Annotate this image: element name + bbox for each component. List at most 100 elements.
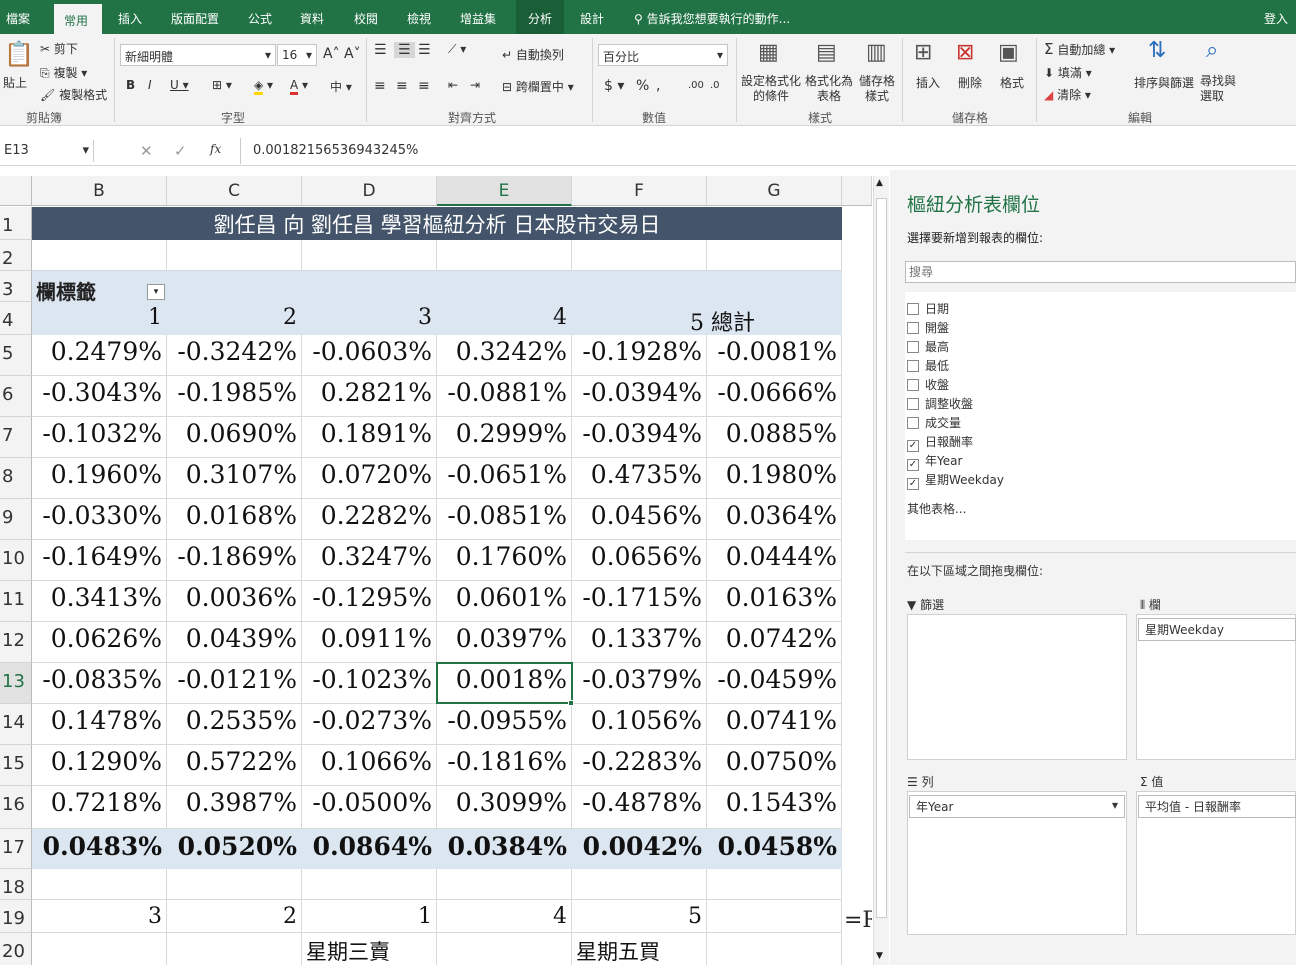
align-center-button[interactable]: ≡	[396, 78, 408, 94]
row-header-4[interactable]: 4	[0, 302, 32, 335]
sort-filter-button[interactable]: 排序與篩選	[1134, 74, 1194, 91]
tab-view[interactable]: 檢視	[407, 10, 431, 27]
pivot-column-header[interactable]: 5 總計	[572, 305, 772, 337]
pivot-column-header[interactable]: 2	[167, 305, 302, 330]
data-cell[interactable]: 0.0601%	[437, 583, 572, 612]
column-header-h[interactable]	[842, 176, 872, 206]
data-cell[interactable]: -0.0394%	[572, 419, 707, 448]
data-cell[interactable]: 0.0439%	[167, 624, 302, 653]
filters-drop-area[interactable]	[907, 614, 1127, 760]
font-name-select[interactable]: 新細明體 ▾	[120, 44, 276, 66]
checkbox-icon[interactable]	[907, 303, 919, 315]
align-bottom-button[interactable]: ☰	[418, 42, 431, 58]
tab-data[interactable]: 資料	[300, 10, 324, 27]
row-header-17[interactable]: 17	[0, 829, 32, 869]
row-header-11[interactable]: 11	[0, 581, 32, 622]
tab-formulas[interactable]: 公式	[248, 10, 272, 27]
field-item[interactable]: ✓ 星期Weekday	[907, 471, 1004, 490]
row-header-18[interactable]: 18	[0, 869, 32, 900]
checkbox-icon[interactable]	[907, 379, 919, 391]
data-cell[interactable]: -0.3043%	[32, 378, 167, 407]
row-header-5[interactable]: 5	[0, 335, 32, 376]
row-header-10[interactable]: 10	[0, 540, 32, 581]
data-cell[interactable]: 0.7218%	[32, 788, 167, 817]
data-cell[interactable]: 0.1543%	[707, 788, 842, 817]
tab-page-layout[interactable]: 版面配置	[171, 10, 219, 27]
row-header-6[interactable]: 6	[0, 376, 32, 417]
enter-icon[interactable]: ✓	[174, 142, 187, 160]
data-cell[interactable]: 0.1337%	[572, 624, 707, 653]
grand-total-cell[interactable]: 0.0483%	[32, 832, 167, 861]
pivot-column-header[interactable]: 1	[32, 305, 167, 330]
conditional-format-button[interactable]: 設定格式化的條件	[741, 74, 801, 104]
data-cell[interactable]: 0.1760%	[437, 542, 572, 571]
row-header-9[interactable]: 9	[0, 499, 32, 540]
note-cell[interactable]: 星期五買	[576, 936, 776, 965]
data-cell[interactable]: -0.0459%	[707, 665, 842, 694]
field-item[interactable]: 最高	[907, 338, 949, 355]
data-cell[interactable]: 0.0168%	[167, 501, 302, 530]
data-cell[interactable]: 0.0456%	[572, 501, 707, 530]
data-cell[interactable]: -0.0603%	[302, 337, 437, 366]
data-cell[interactable]: -0.0851%	[437, 501, 572, 530]
column-header-g[interactable]: G	[707, 176, 842, 206]
tab-insert[interactable]: 插入	[118, 10, 142, 27]
row-header-14[interactable]: 14	[0, 704, 32, 745]
underline-button[interactable]: U ▾	[170, 78, 189, 92]
tab-analyze[interactable]: 分析	[516, 0, 564, 34]
format-table-button[interactable]: 格式化為表格	[804, 74, 854, 104]
tab-design[interactable]: 設計	[580, 10, 604, 27]
data-cell[interactable]: 0.3099%	[437, 788, 572, 817]
tab-file[interactable]: 檔案	[6, 10, 30, 27]
data-cell[interactable]: -0.4878%	[572, 788, 707, 817]
row-header-1[interactable]: 1	[0, 207, 32, 240]
data-cell[interactable]: 0.4735%	[572, 460, 707, 489]
grand-total-cell[interactable]: 0.0384%	[437, 832, 572, 861]
row-header-16[interactable]: 16	[0, 786, 32, 829]
weekday-index-cell[interactable]: 2	[167, 904, 302, 929]
data-cell[interactable]: 0.0626%	[32, 624, 167, 653]
data-cell[interactable]: -0.0881%	[437, 378, 572, 407]
row-header-2[interactable]: 2	[0, 240, 32, 271]
data-cell[interactable]: 0.0750%	[707, 747, 842, 776]
vertical-scrollbar[interactable]: ▲ ▼	[873, 176, 889, 965]
weekday-index-cell[interactable]: 4	[437, 904, 572, 929]
data-cell[interactable]: 0.0036%	[167, 583, 302, 612]
checkbox-checked-icon[interactable]: ✓	[907, 440, 919, 452]
comma-button[interactable]: ,	[656, 78, 660, 94]
row-header-8[interactable]: 8	[0, 458, 32, 499]
bold-button[interactable]: B	[126, 78, 135, 92]
formula-input[interactable]: 0.00182156536943245%	[240, 138, 872, 164]
data-cell[interactable]: -0.1869%	[167, 542, 302, 571]
rows-field-chip[interactable]: 年Year ▾	[909, 795, 1125, 818]
clear-button[interactable]: ◢ 清除 ▾	[1044, 86, 1091, 103]
sign-in-link[interactable]: 登入	[1264, 10, 1288, 27]
checkbox-icon[interactable]	[907, 341, 919, 353]
decrease-indent-button[interactable]: ⇤	[448, 78, 458, 92]
decrease-decimal-button[interactable]: .0	[710, 80, 720, 91]
note-cell[interactable]: 星期三賣	[306, 936, 506, 965]
data-cell[interactable]: -0.0835%	[32, 665, 167, 694]
autosum-button[interactable]: Σ 自動加總 ▾	[1044, 40, 1115, 58]
data-cell[interactable]: 0.3987%	[167, 788, 302, 817]
data-cell[interactable]: -0.0955%	[437, 706, 572, 735]
data-cell[interactable]: 0.0741%	[707, 706, 842, 735]
data-cell[interactable]: -0.2283%	[572, 747, 707, 776]
weekday-index-cell[interactable]: 1	[302, 904, 437, 929]
checkbox-icon[interactable]	[907, 322, 919, 334]
tab-addins[interactable]: 增益集	[460, 10, 496, 27]
align-right-button[interactable]: ≡	[418, 78, 430, 94]
data-cell[interactable]: 0.3413%	[32, 583, 167, 612]
format-cells-button[interactable]: 格式	[1000, 74, 1024, 91]
fill-color-button[interactable]: ◈ ▾	[254, 78, 273, 95]
grand-total-cell[interactable]: 0.0042%	[572, 832, 707, 861]
tab-home[interactable]: 常用	[54, 4, 102, 34]
data-cell[interactable]: -0.0330%	[32, 501, 167, 530]
percent-button[interactable]: %	[636, 78, 649, 94]
font-size-select[interactable]: 16 ▾	[277, 44, 317, 66]
data-cell[interactable]: 0.3247%	[302, 542, 437, 571]
checkbox-icon[interactable]	[907, 398, 919, 410]
data-cell[interactable]: 0.0742%	[707, 624, 842, 653]
data-cell[interactable]: 0.2479%	[32, 337, 167, 366]
row-header-12[interactable]: 12	[0, 622, 32, 663]
